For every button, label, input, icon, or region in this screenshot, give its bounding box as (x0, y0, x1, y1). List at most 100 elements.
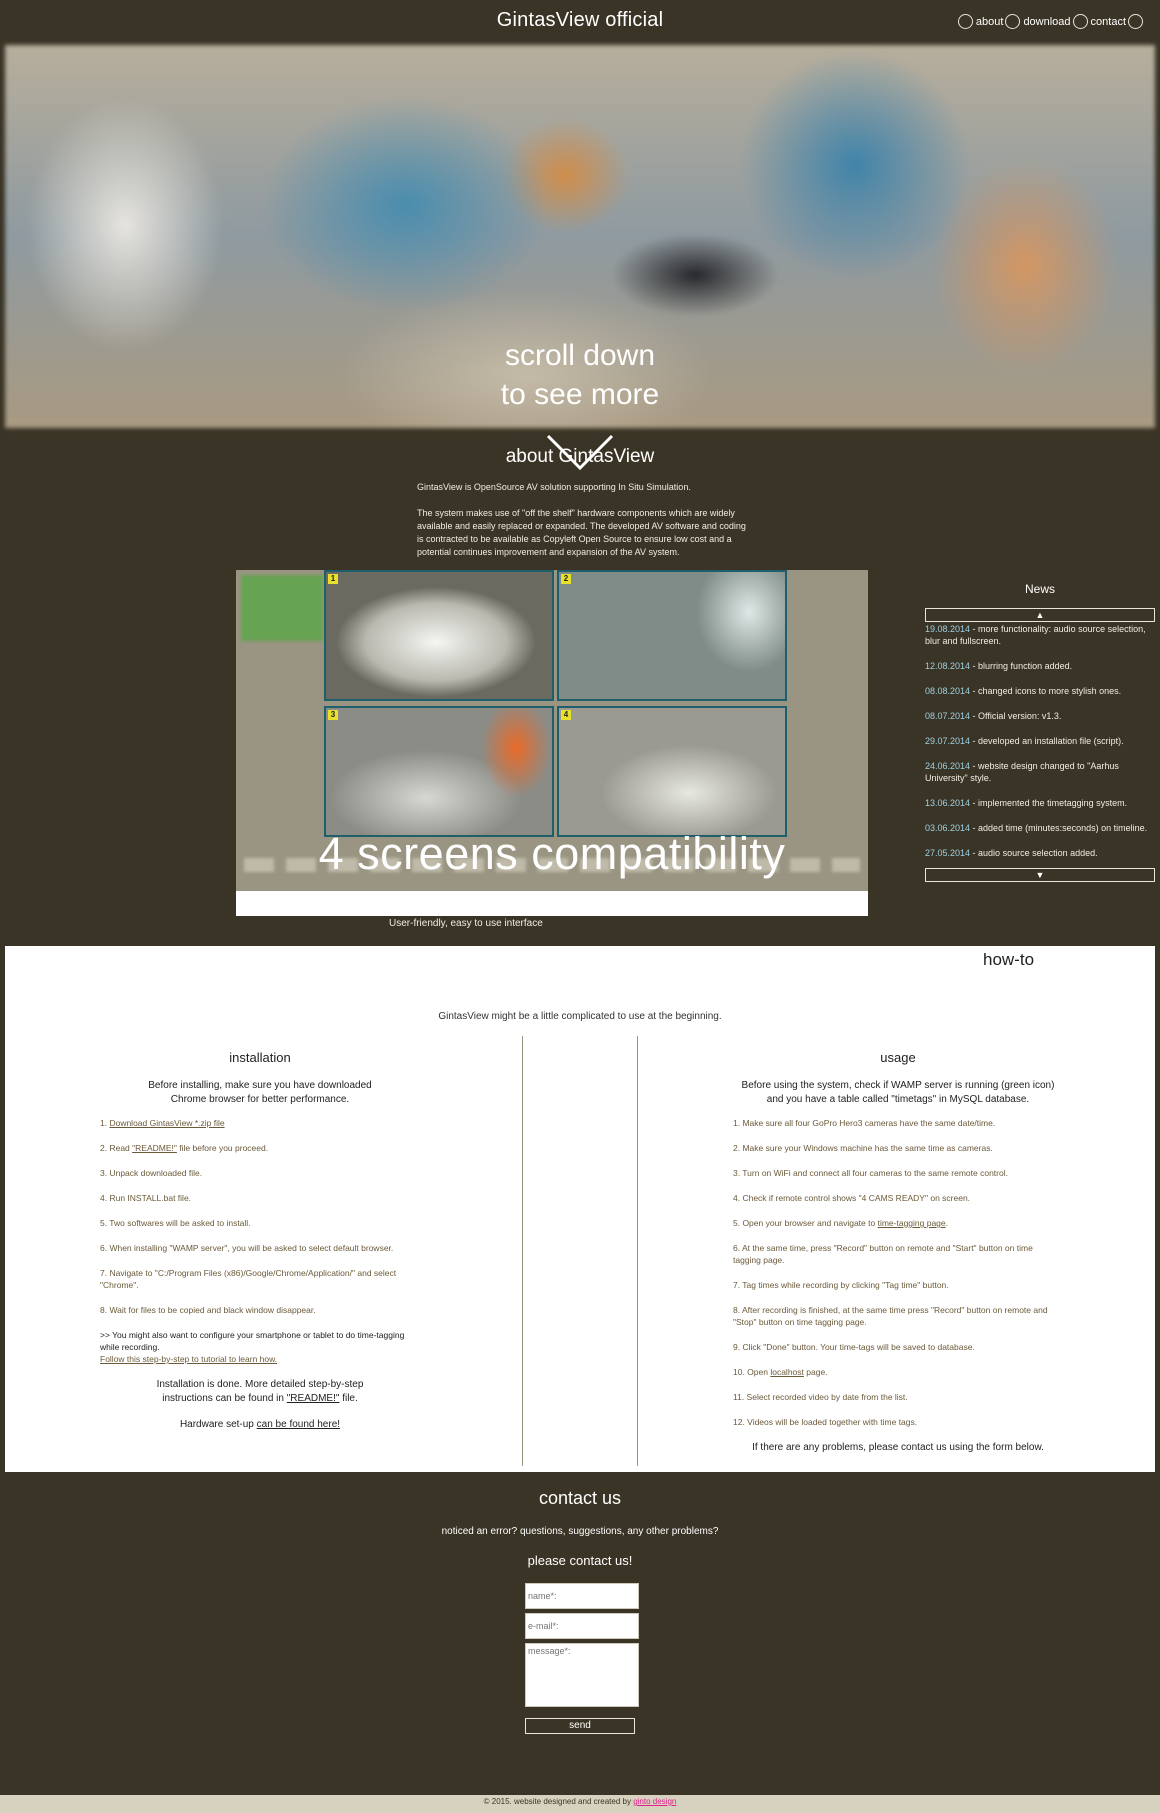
camera-number-badge: 2 (561, 574, 571, 584)
about-description: The system makes use of "off the shelf" … (417, 508, 746, 557)
news-date: 24.06.2014 (925, 761, 971, 771)
news-item: 12.08.2014 - blurring function added. (925, 660, 1155, 672)
tutorial-link[interactable]: Follow this step-by-step to tutorial to … (100, 1354, 277, 1364)
usage-step-7: 7. Tag times while recording by clicking… (733, 1280, 949, 1290)
news-text: - blurring function added. (970, 661, 1073, 671)
readme-link[interactable]: "README!" (132, 1143, 177, 1153)
install-step-6: 6. When installing "WAMP server", you wi… (100, 1243, 394, 1253)
camera-number-badge: 4 (561, 710, 571, 720)
site-header: GintasView official about download conta… (0, 0, 1160, 45)
usage-lead: Before using the system, check if WAMP s… (733, 1079, 1063, 1107)
news-date: 12.08.2014 (925, 661, 971, 671)
install-step-2: 2. Read "README!" file before you procee… (100, 1142, 420, 1154)
step-text: page. (803, 1367, 828, 1377)
column-divider (522, 1036, 523, 1466)
showcase-sidebar-panel (241, 575, 323, 641)
closing-text: Installation is done. More detailed step… (156, 1379, 364, 1390)
install-step-3: 3. Unpack downloaded file. (100, 1168, 203, 1178)
nav-circle-icon (957, 14, 973, 29)
showcase-slider: 1 2 3 4 4 screens compatibility (236, 570, 868, 916)
contact-cta: please contact us! (527, 1553, 633, 1568)
camera-number-badge: 1 (328, 574, 338, 584)
news-item: 13.06.2014 - implemented the timetagging… (925, 797, 1155, 809)
contact-title: contact us (538, 1488, 622, 1508)
install-step-4: 4. Run INSTALL.bat file. (100, 1193, 192, 1203)
footer-text: © 2015. website designed and created by (483, 1797, 634, 1806)
email-field[interactable] (525, 1613, 639, 1639)
hero-scroll-text: scroll down to see more (0, 336, 1160, 414)
installation-closing: Installation is done. More detailed step… (100, 1378, 420, 1432)
install-step-9: >> You might also want to configure your… (100, 1329, 420, 1365)
installation-column: installation Before installing, make sur… (100, 1050, 420, 1432)
arrow-up-icon: ▲ (1035, 610, 1045, 620)
step-text: 2. Read (100, 1143, 133, 1153)
news-date: 13.06.2014 (925, 798, 971, 808)
step-text: 10. Open (733, 1367, 771, 1377)
usage-step-2: 2. Make sure your Windows machine has th… (733, 1143, 993, 1153)
install-step-7: 7. Navigate to "C:/Program Files (x86)/G… (100, 1268, 397, 1290)
camera-view-1: 1 (324, 570, 554, 701)
name-field[interactable] (525, 1583, 639, 1609)
usage-column: usage Before using the system, check if … (733, 1050, 1063, 1455)
readme-link[interactable]: "README!" (287, 1393, 340, 1404)
step-text: file before you proceed. (176, 1143, 269, 1153)
nav-contact[interactable]: contact (1091, 16, 1126, 28)
contact-subtitle: noticed an error? questions, suggestions… (441, 1526, 719, 1537)
news-date: 29.07.2014 (925, 736, 971, 746)
news-item: 29.07.2014 - developed an installation f… (925, 735, 1155, 747)
installation-title: installation (229, 1050, 291, 1065)
news-text: - developed an installation file (script… (970, 736, 1124, 746)
news-item: 27.05.2014 - audio source selection adde… (925, 847, 1155, 859)
usage-step-6: 6. At the same time, press "Record" butt… (733, 1243, 1033, 1265)
hardware-setup-link[interactable]: can be found here! (257, 1419, 340, 1430)
closing-text: file. (339, 1393, 358, 1404)
news-list: 19.08.2014 - more functionality: audio s… (925, 623, 1155, 872)
news-item: 08.07.2014 - Official version: v1.3. (925, 710, 1155, 722)
showcase-caption: 4 screens compatibility (318, 828, 786, 879)
closing-text: instructions can be found in (162, 1393, 287, 1404)
main-nav: about download contact (956, 14, 1146, 29)
download-zip-link[interactable]: Download GintasView *.zip file (109, 1118, 224, 1128)
installation-lead: Before installing, make sure you have do… (100, 1079, 420, 1107)
step-text: >> You might also want to configure your… (100, 1330, 405, 1352)
showcase-subtitle: User-friendly, easy to use interface (389, 918, 543, 929)
news-text: - Official version: v1.3. (970, 711, 1062, 721)
usage-title: usage (880, 1050, 916, 1065)
usage-step-12: 12. Videos will be loaded together with … (733, 1417, 918, 1427)
usage-step-11: 11. Select recorded video by date from t… (733, 1392, 908, 1402)
send-button[interactable]: send (525, 1718, 635, 1734)
news-text: - audio source selection added. (970, 848, 1098, 858)
column-divider (637, 1036, 638, 1466)
news-date: 27.05.2014 (925, 848, 971, 858)
howto-intro: GintasView might be a little complicated… (438, 1011, 722, 1022)
usage-lead-line: Before using the system, check if WAMP s… (741, 1080, 1055, 1091)
nav-download[interactable]: download (1023, 16, 1070, 28)
hero-line-1: scroll down (504, 339, 656, 372)
news-date: 08.08.2014 (925, 686, 971, 696)
news-item: 19.08.2014 - more functionality: audio s… (925, 623, 1155, 647)
camera-view-2: 2 (557, 570, 787, 701)
site-footer: © 2015. website designed and created by … (0, 1795, 1160, 1813)
nav-about[interactable]: about (976, 16, 1004, 28)
howto-title: how-to (983, 950, 1035, 969)
news-date: 19.08.2014 (925, 624, 971, 634)
footer-brand-link[interactable]: ginto design (633, 1797, 676, 1806)
news-text: - changed icons to more stylish ones. (970, 686, 1122, 696)
news-text: - added time (minutes:seconds) on timeli… (970, 823, 1148, 833)
hero-line-2: to see more (500, 378, 660, 411)
localhost-link[interactable]: localhost (770, 1367, 804, 1377)
news-item: 08.08.2014 - changed icons to more styli… (925, 685, 1155, 697)
camera-number-badge: 3 (328, 710, 338, 720)
news-scroll-down-button[interactable]: ▼ (925, 868, 1155, 882)
usage-step-3: 3. Turn on WiFi and connect all four cam… (733, 1168, 1008, 1178)
usage-step-10: 10. Open localhost page. (733, 1366, 1063, 1378)
install-step-5: 5. Two softwares will be asked to instal… (100, 1218, 251, 1228)
news-date: 08.07.2014 (925, 711, 971, 721)
news-date: 03.06.2014 (925, 823, 971, 833)
showcase-image: 1 2 3 4 4 screens compatibility (236, 570, 868, 891)
message-field[interactable] (525, 1643, 639, 1707)
time-tagging-page-link[interactable]: time-tagging page (878, 1218, 946, 1228)
usage-step-9: 9. Click "Done" button. Your time-tags w… (733, 1342, 975, 1352)
usage-step-1: 1. Make sure all four GoPro Hero3 camera… (733, 1118, 996, 1128)
news-scroll-up-button[interactable]: ▲ (925, 608, 1155, 622)
